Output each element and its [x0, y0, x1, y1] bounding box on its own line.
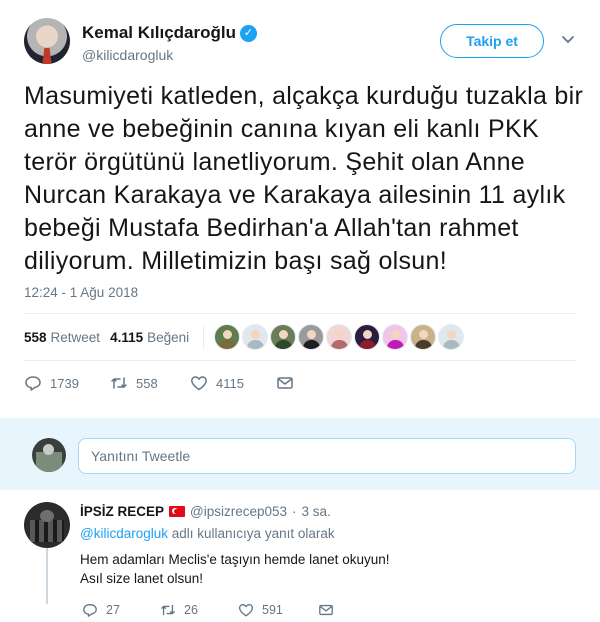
reply-retweet-count: 26: [184, 603, 198, 617]
retweet-label: Retweet: [50, 329, 101, 345]
reply-compose-bar: Yanıtını Tweetle: [0, 418, 600, 490]
liker-avatar-head: [223, 330, 233, 339]
author-handle[interactable]: @kilicdarogluk: [82, 47, 257, 63]
envelope-icon: [319, 604, 333, 616]
retweet-icon: [161, 604, 175, 616]
tweet-actions: 1739 558 4115: [24, 370, 294, 396]
retweet-icon: [111, 377, 127, 389]
liker-avatar-body: [247, 340, 265, 349]
like-count: 4.115: [110, 329, 144, 345]
reply-icon: [25, 376, 41, 391]
reply-text-line-1: Hem adamları Meclis'e taşıyın hemde lane…: [80, 552, 390, 567]
liker-avatar-head: [391, 330, 401, 339]
like-label: Beğeni: [147, 329, 190, 345]
like-action-count: 4115: [216, 375, 244, 391]
liker-avatar-body: [331, 340, 349, 349]
divider: [24, 360, 576, 361]
reply-reply-action[interactable]: 27: [82, 602, 160, 618]
liker-avatar[interactable]: [354, 324, 381, 350]
liker-avatar[interactable]: [410, 324, 437, 350]
stats-separator: [203, 325, 205, 349]
liker-avatar-head: [307, 330, 317, 339]
liker-avatar-head: [419, 330, 429, 339]
reply-text-line-2: Asıl size lanet olsun!: [80, 571, 204, 586]
heart-icon: [238, 604, 254, 617]
liker-avatar[interactable]: [438, 324, 465, 350]
liker-avatar-body: [303, 340, 321, 349]
reply-icon: [83, 604, 97, 617]
liker-avatar-body: [275, 340, 293, 349]
retweet-count: 558: [24, 329, 47, 345]
liker-avatar[interactable]: [382, 324, 409, 350]
reply-to-user-link[interactable]: @kilicdarogluk: [80, 526, 168, 541]
reply-time[interactable]: 3 sa.: [302, 504, 331, 519]
reply-action[interactable]: 1739: [24, 374, 110, 392]
retweet-action-count: 558: [136, 375, 158, 391]
author-fullname[interactable]: Kemal Kılıçdaroğlu ✓: [82, 23, 257, 43]
liker-avatar[interactable]: [214, 324, 241, 350]
liker-avatar-body: [219, 340, 237, 349]
author-name-block[interactable]: Kemal Kılıçdaroğlu ✓ @kilicdarogluk: [82, 23, 257, 63]
author-name-text[interactable]: Kemal Kılıçdaroğlu: [82, 23, 236, 43]
follow-button[interactable]: Takip et: [440, 24, 544, 58]
divider: [24, 313, 576, 314]
liker-avatar-head: [447, 330, 457, 339]
liker-avatar[interactable]: [242, 324, 269, 350]
reply-message-action[interactable]: [318, 602, 334, 618]
reply-input[interactable]: Yanıtını Tweetle: [78, 438, 576, 474]
tweet-header: Kemal Kılıçdaroğlu ✓ @kilicdarogluk Taki…: [24, 18, 584, 74]
envelope-icon: [277, 377, 293, 389]
reply-meta: İPSİZ RECEP @ipsizrecep053 · 3 sa.: [80, 504, 331, 519]
liker-avatar-head: [279, 330, 289, 339]
reply-count: 1739: [50, 375, 79, 391]
heart-icon: [191, 376, 207, 391]
like-action[interactable]: 4115: [190, 374, 276, 392]
reply-author-handle[interactable]: @ipsizrecep053: [190, 504, 287, 519]
liker-avatar[interactable]: [326, 324, 353, 350]
tweet-stats: 558 Retweet 4.115 Beğeni: [24, 322, 465, 352]
retweet-action[interactable]: 558: [110, 374, 190, 392]
tweet-timestamp[interactable]: 12:24 - 1 Ağu 2018: [24, 285, 138, 300]
liker-avatar[interactable]: [270, 324, 297, 350]
reply-to-suffix: adlı kullanıcıya yanıt olarak: [171, 526, 335, 541]
turkish-flag-icon: [169, 506, 186, 517]
liker-avatar-head: [251, 330, 261, 339]
reply-retweet-action[interactable]: 26: [160, 602, 238, 618]
liker-avatars: [214, 324, 465, 350]
message-action[interactable]: [276, 374, 294, 392]
retweet-count-stat[interactable]: 558 Retweet: [24, 330, 100, 345]
current-user-avatar: [32, 438, 66, 472]
chevron-down-icon[interactable]: [560, 31, 576, 47]
like-count-stat[interactable]: 4.115 Beğeni: [110, 330, 189, 345]
verified-badge-icon: ✓: [239, 24, 257, 42]
reply-text: Hem adamları Meclis'e taşıyın hemde lane…: [80, 550, 580, 588]
liker-avatar-body: [359, 340, 377, 349]
reply-author-avatar[interactable]: [24, 502, 70, 548]
liker-avatar[interactable]: [298, 324, 325, 350]
reply-like-action[interactable]: 591: [238, 602, 318, 618]
liker-avatar-body: [443, 340, 461, 349]
reply-actions: 27 26 591: [82, 600, 334, 620]
reply-author-name[interactable]: İPSİZ RECEP: [80, 504, 164, 519]
liker-avatar-head: [363, 330, 373, 339]
liker-avatar-body: [415, 340, 433, 349]
liker-avatar-head: [335, 330, 345, 339]
reply-to-context: @kilicdarogluk adlı kullanıcıya yanıt ol…: [80, 526, 335, 541]
reply-tweet[interactable]: İPSİZ RECEP @ipsizrecep053 · 3 sa. @kili…: [0, 490, 600, 622]
reply-like-count: 591: [262, 603, 283, 617]
author-avatar[interactable]: [24, 18, 70, 64]
tweet-text: Masumiyeti katleden, alçakça kurduğu tuz…: [24, 82, 584, 275]
liker-avatar-body: [387, 340, 405, 349]
reply-reply-count: 27: [106, 603, 120, 617]
thread-connector-line: [46, 548, 48, 604]
reply-separator: ·: [292, 504, 297, 519]
